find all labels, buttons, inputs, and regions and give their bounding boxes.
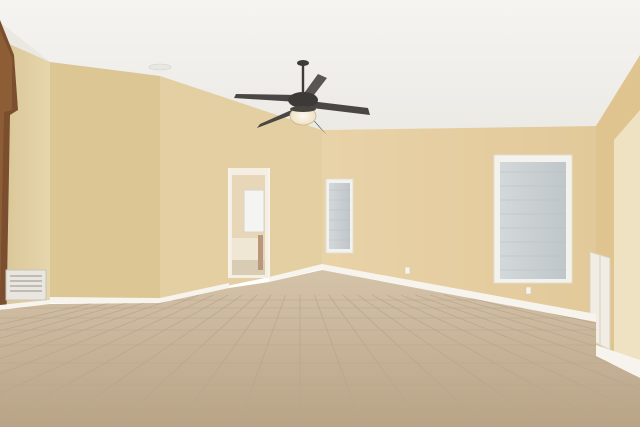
- room-scene: [0, 0, 640, 427]
- outlet: [525, 286, 532, 295]
- outlet: [404, 266, 411, 275]
- right-column: [614, 110, 640, 370]
- doorway[interactable]: [228, 168, 270, 278]
- room-illustration: [0, 0, 640, 427]
- floor-vent: [5, 269, 47, 301]
- smoke-detector: [148, 63, 172, 71]
- window-right: [493, 154, 573, 284]
- window-left: [325, 178, 354, 254]
- left-return-wall: [50, 62, 160, 302]
